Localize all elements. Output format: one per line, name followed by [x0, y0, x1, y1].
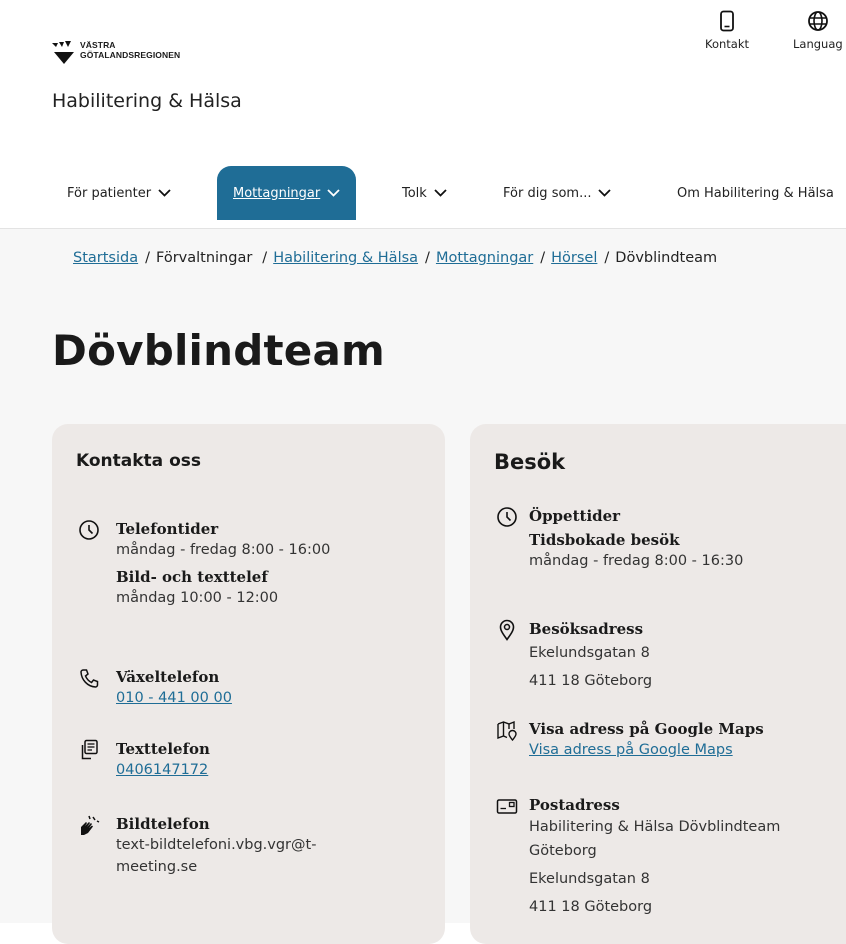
textphone-hours-value: måndag 10:00 - 12:00 — [116, 590, 279, 606]
main-content: Dövblindteam Kontakta oss Telefontider m… — [0, 289, 846, 944]
map-icon — [497, 720, 517, 741]
mailbox-icon — [496, 799, 518, 814]
breadcrumb-habilitering[interactable]: Habilitering & Hälsa — [273, 250, 418, 266]
postal-address-heading: Postadress — [529, 796, 620, 814]
chevron-down-icon — [158, 189, 171, 197]
chevron-down-icon — [434, 189, 447, 197]
clock-icon — [79, 520, 99, 540]
vgr-logo[interactable]: VÄSTRA GÖTALANDSREGIONEN — [52, 40, 180, 66]
page-title: Dövblindteam — [52, 326, 385, 375]
visit-card: Besök Öppettider Tidsbokade besök måndag… — [470, 424, 846, 944]
site-header: VÄSTRA GÖTALANDSREGIONEN Habilitering & … — [0, 0, 846, 228]
contact-card: Kontakta oss Telefontider måndag - freda… — [52, 424, 445, 944]
maps-text: Visa adress på Google Maps Visa adress p… — [529, 719, 846, 761]
breadcrumb-bar: Startsida / Förvaltningar / Habilitering & H… — [0, 228, 846, 290]
maps-heading: Visa adress på Google Maps — [529, 720, 764, 738]
nav-item-label: Mottagningar — [233, 185, 321, 201]
nav-item-label: Om Habilitering & Hälsa — [677, 185, 834, 201]
main-nav: För patienter Mottagningar Tolk För dig … — [0, 166, 846, 220]
visit-address-line-2: 411 18 Göteborg — [529, 673, 653, 689]
videophone-heading: Bildtelefon — [116, 815, 210, 833]
breadcrumb-mottagningar[interactable]: Mottagningar — [436, 250, 533, 266]
vgr-logo-icon — [52, 41, 74, 64]
switchboard-number-link[interactable]: 010 - 441 00 00 — [116, 687, 436, 709]
breadcrumb: Startsida / Förvaltningar / Habilitering & H… — [73, 250, 717, 266]
opening-hours-subheading: Tidsbokade besök — [529, 531, 680, 549]
breadcrumb-forvaltningar: Förvaltningar — [156, 250, 253, 266]
opening-hours-heading: Öppettider — [529, 507, 621, 525]
visit-address-text: Besöksadress Ekelundsgatan 8 411 18 Göte… — [529, 619, 846, 692]
breadcrumb-current: Dövblindteam — [615, 250, 718, 266]
videophone-address-line-2: meeting.se — [116, 859, 198, 875]
nav-item-label: Tolk — [402, 185, 427, 201]
breadcrumb-horsel[interactable]: Hörsel — [551, 250, 597, 266]
google-maps-link[interactable]: Visa adress på Google Maps — [529, 739, 846, 761]
opening-hours-text: Öppettider Tidsbokade besök måndag - fre… — [529, 506, 846, 572]
nav-item-label: För patienter — [67, 185, 152, 201]
postal-address-line-4: 411 18 Göteborg — [529, 899, 653, 915]
contact-label: Kontakt — [705, 37, 750, 51]
logo-line-2: GÖTALANDSREGIONEN — [80, 49, 181, 60]
opening-hours-value: måndag - fredag 8:00 - 16:30 — [529, 553, 744, 569]
videophone-address-line-1: text-bildtelefoni.vbg.vgr@t- — [116, 837, 317, 853]
nav-item-tolk[interactable]: Tolk — [402, 166, 447, 220]
chevron-down-icon — [598, 189, 612, 197]
breadcrumb-separator: / — [540, 250, 546, 266]
textphone-text: Texttelefon 0406147172 — [116, 739, 436, 781]
logo-text: VÄSTRA GÖTALANDSREGIONEN — [80, 40, 181, 60]
textphone-icon — [81, 739, 98, 760]
phone-hours-heading: Telefontider — [116, 520, 219, 538]
nav-item-om-habilitering[interactable]: Om Habilitering & Hälsa — [677, 166, 834, 220]
contact-button[interactable]: Kontakt — [705, 10, 749, 51]
clock-icon — [497, 507, 517, 527]
phone-icon — [80, 669, 99, 688]
postal-address-line-2: Göteborg — [529, 843, 597, 859]
breadcrumb-startsida[interactable]: Startsida — [73, 250, 138, 266]
nav-item-for-dig-som[interactable]: För dig som... — [503, 166, 612, 220]
org-name[interactable]: Habilitering & Hälsa — [52, 90, 242, 112]
phone-hours-text: Telefontider måndag - fredag 8:00 - 16:0… — [116, 519, 436, 609]
switchboard-text: Växeltelefon 010 - 441 00 00 — [116, 667, 436, 709]
phone-hours-value: måndag - fredag 8:00 - 16:00 — [116, 542, 331, 558]
breadcrumb-separator: / — [262, 250, 268, 266]
postal-address-text: Postadress Habilitering & Hälsa Dövblind… — [529, 795, 846, 918]
videophone-text: Bildtelefon text-bildtelefoni.vbg.vgr@t-… — [116, 814, 436, 878]
visit-card-title: Besök — [494, 450, 566, 474]
postal-address-line-3: Ekelundsgatan 8 — [529, 871, 650, 887]
postal-address-line-1: Habilitering & Hälsa Dövblindteam — [529, 819, 781, 835]
breadcrumb-separator: / — [425, 250, 430, 266]
language-button[interactable]: Languag — [793, 10, 843, 51]
textphone-number-link[interactable]: 0406147172 — [116, 759, 436, 781]
nav-item-mottagningar[interactable]: Mottagningar — [217, 166, 357, 220]
contact-card-title: Kontakta oss — [76, 451, 201, 471]
textphone-hours-heading: Bild- och texttelef — [116, 568, 268, 586]
location-pin-icon — [499, 619, 515, 641]
language-label: Languag — [793, 37, 843, 51]
visit-address-line-1: Ekelundsgatan 8 — [529, 645, 650, 661]
breadcrumb-separator: / — [145, 250, 150, 266]
nav-item-for-patienter[interactable]: För patienter — [67, 166, 171, 220]
visit-address-heading: Besöksadress — [529, 620, 644, 638]
switchboard-heading: Växeltelefon — [116, 668, 220, 686]
globe-icon — [807, 11, 828, 31]
mobile-phone-icon — [720, 10, 734, 32]
nav-item-label: För dig som... — [503, 185, 592, 201]
sign-language-icon — [81, 815, 100, 835]
chevron-down-icon — [327, 189, 340, 197]
textphone-heading: Texttelefon — [116, 740, 210, 758]
breadcrumb-separator: / — [604, 250, 610, 266]
